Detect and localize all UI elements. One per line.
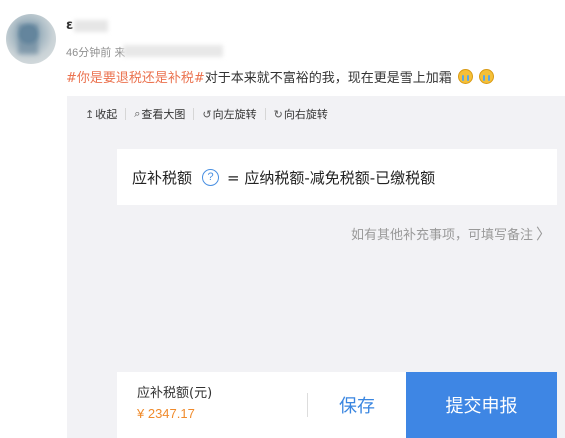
toolbar-divider <box>264 108 266 120</box>
tax-due-title: 应补税额 <box>132 168 193 187</box>
view-large-label: 查看大图 <box>141 108 186 121</box>
post-content: #你是要退税还是补税#对于本来就不富裕的我，现在更是雪上加霜 <box>66 67 495 86</box>
collapse-label: 收起 <box>95 108 118 121</box>
submit-declaration-button[interactable]: 提交申报 <box>406 372 557 438</box>
collapse-icon: ↥ <box>85 107 95 121</box>
help-icon[interactable]: ? <box>202 168 220 186</box>
tax-formula-card: 应补税额 ? = 应纳税额-减免税额-已缴税额 <box>117 149 557 205</box>
toolbar-divider <box>125 108 127 120</box>
rotate-right-button[interactable]: ↻ 向右旋转 <box>274 106 328 122</box>
tax-due-amount: ¥ 2347.17 <box>137 406 195 421</box>
toolbar-divider <box>193 108 195 120</box>
blurred-source <box>123 45 223 57</box>
crying-emoji-icon <box>479 69 495 84</box>
blurred-username <box>74 20 108 32</box>
save-button[interactable]: 保存 <box>308 372 406 438</box>
post-body-text: 对于本来就不富裕的我，现在更是雪上加霜 <box>204 71 452 86</box>
rotate-right-icon: ↻ <box>273 107 283 121</box>
rotate-right-label: 向右旋转 <box>283 108 328 121</box>
tax-due-summary: 应补税额(元) ¥ 2347.17 <box>117 372 307 438</box>
chevron-right-icon: 〉 <box>535 224 551 243</box>
username[interactable]: ɛ <box>66 18 73 33</box>
hashtag-link[interactable]: #你是要退税还是补税# <box>66 71 205 86</box>
post-image-viewer: ↥ 收起 ⌕ 查看大图 ↺ 向左旋转 ↻ 向右旋转 应补税额 ? = 应纳税额-… <box>67 96 565 438</box>
view-large-button[interactable]: ⌕ 查看大图 <box>134 106 185 122</box>
rotate-left-button[interactable]: ↺ 向左旋转 <box>202 106 256 122</box>
remark-entry[interactable]: 如有其他补充事项，可填写备注 〉 <box>117 205 557 261</box>
magnifier-icon: ⌕ <box>134 107 141 120</box>
tax-formula: = 应纳税额-减免税额-已缴税额 <box>227 168 436 187</box>
image-toolbar: ↥ 收起 ⌕ 查看大图 ↺ 向左旋转 ↻ 向右旋转 <box>67 96 565 132</box>
post-meta: 46分钟前 来 <box>66 44 125 60</box>
remark-placeholder: 如有其他补充事项，可填写备注 <box>350 227 533 243</box>
user-avatar[interactable] <box>6 14 56 64</box>
post-time: 46分钟前 <box>66 47 112 59</box>
collapse-button[interactable]: ↥ 收起 <box>85 106 117 122</box>
declaration-footer: 应补税额(元) ¥ 2347.17 保存 提交申报 <box>117 372 557 438</box>
weibo-post-header: ɛ 46分钟前 来 #你是要退税还是补税#对于本来就不富裕的我，现在更是雪上加霜 <box>0 0 565 100</box>
crying-emoji-icon <box>457 69 473 84</box>
rotate-left-label: 向左旋转 <box>212 108 257 121</box>
tax-due-label: 应补税额(元) <box>137 386 213 401</box>
rotate-left-icon: ↺ <box>202 107 212 121</box>
